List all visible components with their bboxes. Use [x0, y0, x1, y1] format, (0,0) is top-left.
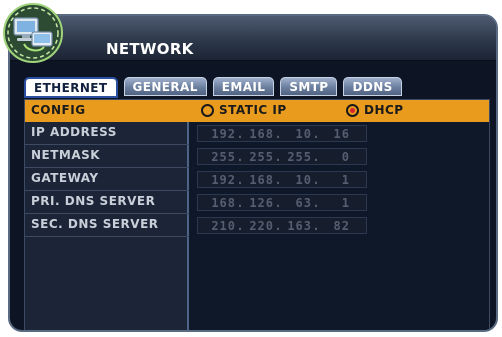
- ip-address-label: IP ADDRESS: [31, 125, 117, 139]
- octet-dot: .: [312, 172, 320, 187]
- ip-octet[interactable]: 0: [320, 150, 350, 164]
- octet-dot: .: [274, 195, 282, 210]
- ip-octet[interactable]: 126: [244, 196, 274, 210]
- ip-octet[interactable]: 1: [320, 196, 350, 210]
- secondary-dns-field[interactable]: 210. 220. 163. 82: [197, 217, 367, 234]
- octet-dot: .: [274, 126, 282, 141]
- ip-octet[interactable]: 10: [282, 127, 312, 141]
- network-window: NETWORK ETHERNET GENERAL EMAIL SMTP DDNS…: [8, 14, 498, 332]
- ip-octet[interactable]: 255: [244, 150, 274, 164]
- gateway-field[interactable]: 192. 168. 10. 1: [197, 171, 367, 188]
- ip-octet[interactable]: 255: [206, 150, 236, 164]
- tab-bar: ETHERNET GENERAL EMAIL SMTP DDNS: [24, 77, 402, 98]
- tab-label: SMTP: [289, 79, 329, 94]
- octet-dot: .: [236, 195, 244, 210]
- tab-label: ETHERNET: [34, 80, 108, 95]
- settings-panel: CONFIG STATIC IP DHCP IP ADDRESS 192. 16…: [24, 99, 490, 330]
- octet-dot: .: [274, 149, 282, 164]
- static-ip-radio[interactable]: [201, 104, 214, 117]
- ip-octet[interactable]: 192: [206, 173, 236, 187]
- octet-dot: .: [312, 195, 320, 210]
- ip-octet[interactable]: 10: [282, 173, 312, 187]
- octet-dot: .: [312, 126, 320, 141]
- ip-octet[interactable]: 1: [320, 173, 350, 187]
- octet-dot: .: [236, 149, 244, 164]
- octet-dot: .: [274, 172, 282, 187]
- octet-dot: .: [236, 172, 244, 187]
- tab-label: DDNS: [352, 79, 393, 94]
- octet-dot: .: [312, 149, 320, 164]
- title-bar: NETWORK: [10, 16, 496, 61]
- octet-dot: .: [274, 218, 282, 233]
- row-divider: [25, 236, 189, 237]
- ip-octet[interactable]: 82: [320, 219, 350, 233]
- octet-dot: .: [236, 218, 244, 233]
- ip-octet[interactable]: 16: [320, 127, 350, 141]
- config-label: CONFIG: [31, 103, 86, 117]
- octet-dot: .: [312, 218, 320, 233]
- ip-octet[interactable]: 255: [282, 150, 312, 164]
- ip-address-field[interactable]: 192. 168. 10. 16: [197, 125, 367, 142]
- tab-label: EMAIL: [221, 79, 266, 94]
- ip-octet[interactable]: 220: [244, 219, 274, 233]
- secondary-dns-label: SEC. DNS SERVER: [31, 217, 159, 231]
- tab-ddns[interactable]: DDNS: [343, 77, 402, 96]
- gateway-label: GATEWAY: [31, 171, 99, 185]
- static-ip-label[interactable]: STATIC IP: [219, 103, 287, 117]
- tab-label: GENERAL: [132, 79, 198, 94]
- tab-ethernet[interactable]: ETHERNET: [24, 77, 118, 98]
- dhcp-label[interactable]: DHCP: [364, 103, 404, 117]
- octet-dot: .: [236, 126, 244, 141]
- ip-octet[interactable]: 163: [282, 219, 312, 233]
- dhcp-radio[interactable]: [346, 104, 359, 117]
- config-row[interactable]: CONFIG STATIC IP DHCP: [25, 100, 489, 122]
- tab-email[interactable]: EMAIL: [212, 77, 275, 96]
- primary-dns-label: PRI. DNS SERVER: [31, 194, 156, 208]
- network-computer-icon: [3, 3, 63, 63]
- netmask-label: NETMASK: [31, 148, 101, 162]
- ip-octet[interactable]: 168: [206, 196, 236, 210]
- primary-dns-field[interactable]: 168. 126. 63. 1: [197, 194, 367, 211]
- ip-octet[interactable]: 168: [244, 173, 274, 187]
- netmask-field[interactable]: 255. 255. 255. 0: [197, 148, 367, 165]
- ip-octet[interactable]: 168: [244, 127, 274, 141]
- window-title: NETWORK: [106, 40, 194, 58]
- ip-octet[interactable]: 210: [206, 219, 236, 233]
- ip-octet[interactable]: 63: [282, 196, 312, 210]
- ip-octet[interactable]: 192: [206, 127, 236, 141]
- tab-smtp[interactable]: SMTP: [280, 77, 338, 96]
- tab-general[interactable]: GENERAL: [123, 77, 207, 96]
